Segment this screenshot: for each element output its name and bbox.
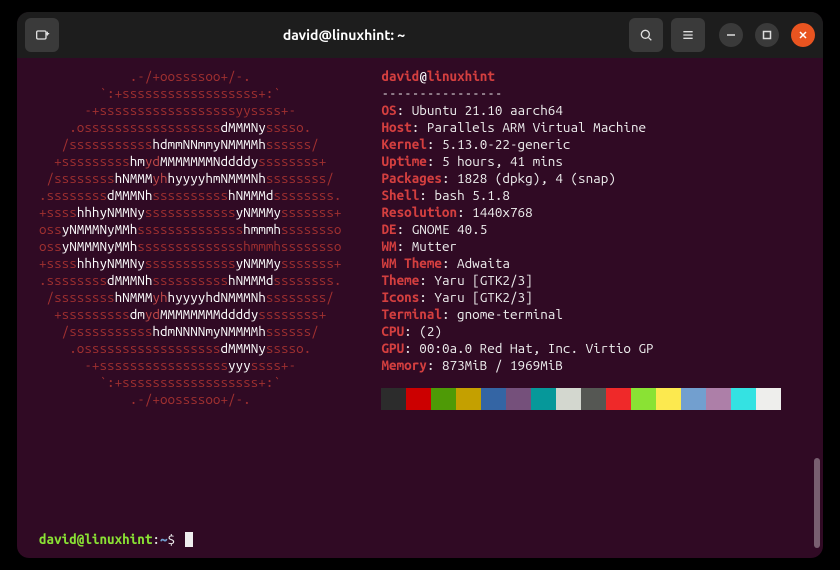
color-swatch <box>756 388 781 410</box>
color-swatch <box>606 388 631 410</box>
color-swatch <box>406 388 431 410</box>
color-swatch <box>581 388 606 410</box>
color-swatch <box>656 388 681 410</box>
new-tab-button[interactable] <box>25 18 59 52</box>
color-swatch <box>506 388 531 410</box>
close-button[interactable] <box>791 23 815 47</box>
window-title: david@linuxhint: ~ <box>67 27 621 43</box>
shell-prompt[interactable]: david@linuxhint:~$ <box>17 531 193 548</box>
minimize-button[interactable] <box>719 23 743 47</box>
prompt-colon: : <box>152 531 160 547</box>
terminal-window: david@linuxhint: ~ .-/+oossssoo+/-. `:+s… <box>17 12 823 558</box>
prompt-symbol: $ <box>168 531 183 547</box>
cursor-icon <box>185 532 193 547</box>
color-swatch <box>481 388 506 410</box>
color-swatch <box>431 388 456 410</box>
maximize-button[interactable] <box>755 23 779 47</box>
scrollbar[interactable] <box>814 458 820 548</box>
color-swatch <box>706 388 731 410</box>
prompt-path: ~ <box>160 531 168 547</box>
window-controls <box>719 23 815 47</box>
search-button[interactable] <box>629 18 663 52</box>
color-swatch <box>556 388 581 410</box>
color-swatch <box>456 388 481 410</box>
color-swatch <box>531 388 556 410</box>
neofetch-info: david@linuxhint ---------------- OS: Ubu… <box>341 68 781 548</box>
color-swatch <box>681 388 706 410</box>
terminal-body[interactable]: .-/+oossssoo+/-. `:+ssssssssssssssssss+:… <box>17 58 823 558</box>
color-swatches <box>381 388 781 410</box>
color-swatch <box>381 388 406 410</box>
color-swatch <box>631 388 656 410</box>
menu-button[interactable] <box>671 18 705 52</box>
prompt-userhost: david@linuxhint <box>39 531 152 547</box>
neofetch-logo: .-/+oossssoo+/-. `:+ssssssssssssssssss+:… <box>39 68 341 548</box>
titlebar: david@linuxhint: ~ <box>17 12 823 58</box>
color-swatch <box>731 388 756 410</box>
